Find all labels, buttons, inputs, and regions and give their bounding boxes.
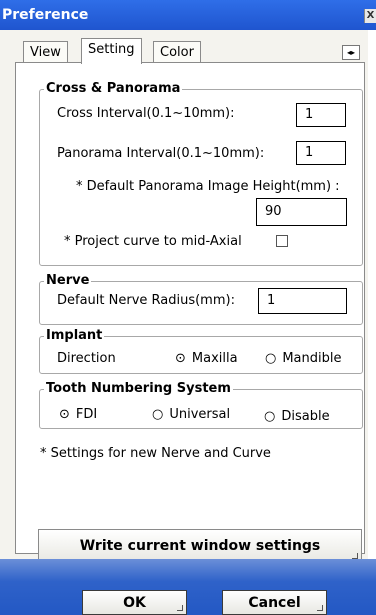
ok-button[interactable]: OK: [82, 590, 187, 615]
tab-view[interactable]: View: [23, 41, 68, 63]
tooth-numbering-title: Tooth Numbering System: [44, 381, 233, 396]
radio-unselected-icon: ○: [264, 409, 276, 424]
radio-unselected-icon: ○: [265, 351, 277, 366]
radio-unselected-icon: ○: [152, 407, 164, 422]
radio-maxilla-label: Maxilla: [191, 351, 238, 366]
project-curve-label: * Project curve to mid-Axial: [64, 234, 242, 249]
direction-label: Direction: [57, 351, 116, 366]
cancel-label: Cancel: [248, 595, 301, 611]
radio-fdi-label: FDI: [75, 407, 98, 422]
window-title: Preference: [2, 7, 89, 23]
button-corner-icon: [317, 605, 323, 611]
radio-mandible-label: Mandible: [282, 351, 342, 366]
title-bar: Preference X: [0, 0, 376, 30]
tab-color[interactable]: Color: [153, 41, 201, 63]
cancel-button[interactable]: Cancel: [222, 590, 327, 615]
radio-universal-label: Universal: [169, 407, 231, 422]
nerve-title: Nerve: [44, 273, 92, 288]
settings-note: * Settings for new Nerve and Curve: [40, 446, 271, 461]
panorama-interval-input[interactable]: 1: [296, 141, 346, 165]
write-settings-label: Write current window settings: [79, 538, 321, 554]
radio-maxilla[interactable]: ⊙ Maxilla: [175, 351, 238, 366]
write-settings-button[interactable]: Write current window settings: [38, 529, 362, 563]
nerve-radius-input[interactable]: 1: [258, 288, 347, 314]
default-height-label: * Default Panorama Image Height(mm) :: [76, 179, 340, 194]
radio-disable[interactable]: ○ Disable: [264, 409, 330, 424]
radio-mandible[interactable]: ○ Mandible: [265, 351, 342, 366]
default-height-input[interactable]: 90: [256, 198, 347, 226]
cross-interval-label: Cross Interval(0.1~10mm):: [57, 106, 235, 121]
cross-interval-input[interactable]: 1: [296, 103, 346, 127]
cross-panorama-title: Cross & Panorama: [44, 81, 183, 96]
radio-selected-icon: ⊙: [59, 407, 70, 422]
tab-setting[interactable]: Setting: [81, 38, 142, 64]
implant-title: Implant: [44, 328, 105, 343]
radio-universal[interactable]: ○ Universal: [152, 407, 230, 422]
panorama-interval-label: Panorama Interval(0.1~10mm):: [57, 146, 265, 161]
radio-fdi[interactable]: ⊙ FDI: [59, 407, 97, 422]
radio-disable-label: Disable: [281, 409, 330, 424]
ok-label: OK: [123, 595, 146, 611]
close-icon[interactable]: X: [364, 9, 376, 23]
button-corner-icon: [177, 605, 183, 611]
project-curve-checkbox[interactable]: [276, 235, 288, 247]
radio-selected-icon: ⊙: [175, 351, 186, 366]
tab-scroll-arrows-icon[interactable]: ◂▸: [342, 45, 360, 60]
nerve-radius-label: Default Nerve Radius(mm):: [57, 293, 235, 308]
